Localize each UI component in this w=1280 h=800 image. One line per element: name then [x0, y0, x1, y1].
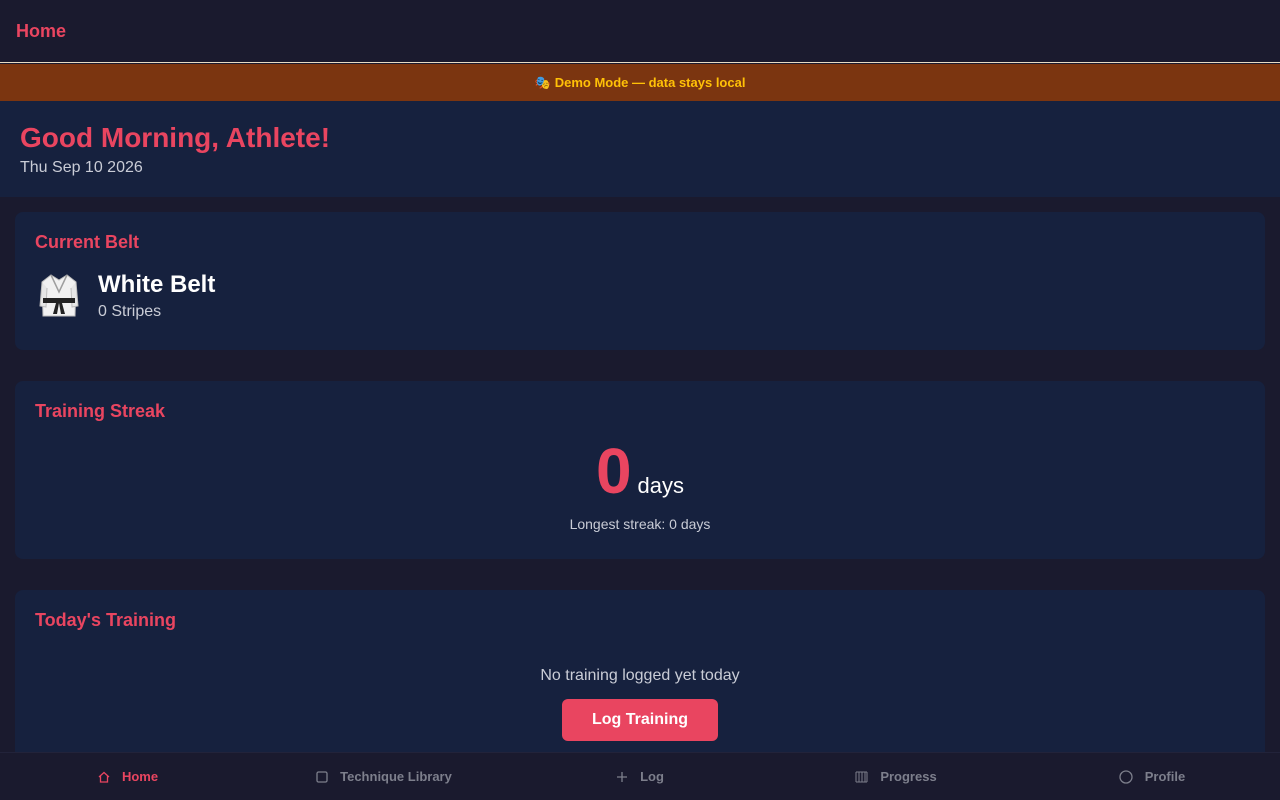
- log-training-button[interactable]: Log Training: [562, 699, 718, 741]
- streak-unit: days: [637, 473, 685, 498]
- current-belt-title: Current Belt: [35, 232, 140, 252]
- page-title: Home: [16, 20, 67, 41]
- nav-item-profile[interactable]: Profile: [1024, 753, 1280, 800]
- nav-item-progress[interactable]: Progress: [768, 753, 1024, 800]
- nav-label-log: Log: [640, 769, 664, 784]
- streak-display: 0 days Longest streak: 0 days: [35, 436, 1245, 532]
- belt-row: White Belt 0 Stripes: [35, 271, 1245, 321]
- demo-mode-banner: 🎭 Demo Mode — data stays local: [0, 64, 1280, 101]
- person-icon: [1119, 769, 1133, 784]
- training-streak-title: Training Streak: [35, 401, 166, 421]
- nav-item-log[interactable]: Log: [512, 753, 768, 800]
- todays-training-title: Today's Training: [35, 610, 176, 630]
- current-belt-card: Current Belt White Belt 0 Stripes: [15, 212, 1265, 350]
- streak-count: 0: [595, 435, 632, 507]
- demo-mode-text: Demo Mode — data stays local: [554, 75, 746, 90]
- current-date: Thu Sep 10 2026: [20, 159, 143, 176]
- top-bar: Home: [0, 0, 1280, 63]
- plus-icon: [616, 771, 628, 783]
- book-icon: [316, 770, 328, 783]
- no-training-message: No training logged yet today: [540, 667, 740, 684]
- longest-streak: Longest streak: 0 days: [569, 516, 711, 532]
- greeting-header: Good Morning, Athlete! Thu Sep 10 2026: [0, 101, 1280, 197]
- bottom-navigation: Home Technique Library Log Progress Prof…: [0, 752, 1280, 800]
- greeting-title: Good Morning, Athlete!: [20, 122, 331, 153]
- nav-label-progress: Progress: [880, 769, 937, 784]
- belt-name: White Belt: [98, 271, 216, 298]
- chart-icon: [855, 771, 868, 783]
- todays-training-card: Today's Training No training logged yet …: [15, 590, 1265, 770]
- belt-stripes: 0 Stripes: [98, 303, 162, 320]
- training-streak-card: Training Streak 0 days Longest streak: 0 …: [15, 381, 1265, 559]
- theater-mask-icon: 🎭: [534, 74, 551, 90]
- nav-item-technique-library[interactable]: Technique Library: [256, 753, 512, 800]
- nav-item-home[interactable]: Home: [0, 753, 256, 800]
- gi-icon: [35, 271, 83, 321]
- nav-label-technique-library: Technique Library: [340, 769, 452, 784]
- nav-label-home: Home: [121, 769, 159, 784]
- belt-info: White Belt 0 Stripes: [98, 271, 215, 321]
- home-icon: [98, 771, 110, 783]
- nav-label-profile: Profile: [1144, 769, 1186, 784]
